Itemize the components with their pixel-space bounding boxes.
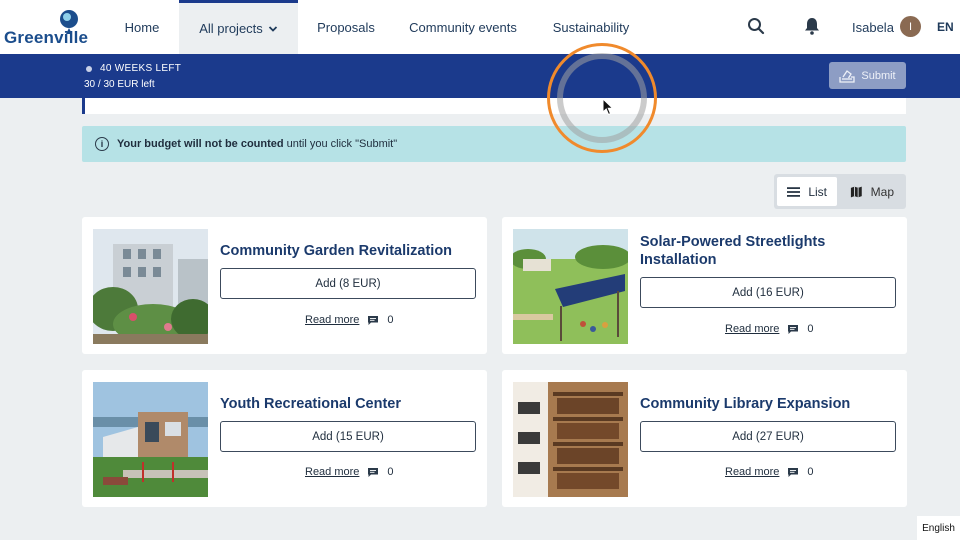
view-toggle: List Map [774,174,906,209]
budget-bar: 40 WEEKS LEFT 30 / 30 EUR left Submit [0,54,960,98]
project-meta: Read more 0 [305,466,394,478]
list-view-label: List [808,184,827,199]
list-icon [787,186,801,197]
notice-text: until you click "Submit" [286,138,398,150]
logo-text: Greenville [4,28,89,47]
language-selector[interactable]: EN [937,20,954,34]
map-icon [850,186,862,197]
bell-icon [805,18,819,35]
comment-icon [787,324,799,335]
garden-image-icon [93,229,208,344]
comment-icon [367,467,379,478]
top-navigation: Greenville Home All projects Proposals C… [0,0,960,54]
chevron-down-icon [268,25,277,32]
status-dot-icon [86,65,92,72]
search-icon [748,18,765,35]
read-more-link[interactable]: Read more [725,466,779,478]
project-card: Community Garden Revitalization Add (8 E… [82,217,487,354]
budget-notice: i Your budget will not be counted until … [82,126,906,162]
nav-sustainability-label: Sustainability [552,19,630,35]
solar-image-icon [513,229,628,344]
nav-home[interactable]: Home [108,0,176,54]
project-meta: Read more 0 [725,466,814,478]
nav-proposals[interactable]: Proposals [306,0,386,54]
project-meta: Read more 0 [725,323,814,335]
project-image-youth-center[interactable] [93,382,208,497]
nav-community-events[interactable]: Community events [404,0,522,54]
project-image-library[interactable] [513,382,628,497]
read-more-link[interactable]: Read more [305,314,359,326]
map-view-button[interactable]: Map [840,177,904,206]
youth-center-image-icon [93,382,208,497]
mouse-pointer-icon [602,98,614,116]
list-view-button[interactable]: List [777,177,837,206]
greenville-logo[interactable]: Greenville [4,8,88,48]
project-card: Solar-Powered Streetlights Installation … [502,217,907,354]
nav-proposals-label: Proposals [317,19,375,35]
comment-count: 0 [387,466,394,478]
add-project-button[interactable]: Add (15 EUR) [220,421,476,452]
nav-community-events-label: Community events [409,19,517,35]
search-button[interactable] [745,15,767,37]
add-project-button[interactable]: Add (8 EUR) [220,268,476,299]
read-more-link[interactable]: Read more [305,466,359,478]
add-project-button[interactable]: Add (16 EUR) [640,277,896,308]
project-title[interactable]: Youth Recreational Center [220,395,475,413]
project-image-solar[interactable] [513,229,628,344]
read-more-link[interactable]: Read more [725,323,779,335]
project-title[interactable]: Community Garden Revitalization [220,242,475,260]
submit-button-label: Submit [861,69,896,82]
project-title[interactable]: Community Library Expansion [640,395,895,413]
footer-language-badge[interactable]: English [917,516,960,540]
notice-bold-text: Your budget will not be counted [117,138,284,150]
nav-all-projects-label: All projects [199,21,263,36]
project-card: Community Library Expansion Add (27 EUR)… [502,370,907,507]
add-project-button[interactable]: Add (27 EUR) [640,421,896,452]
nav-all-projects[interactable]: All projects [179,0,298,54]
submit-button[interactable]: Submit [829,62,906,89]
info-icon: i [95,137,109,151]
content-strip [82,98,906,114]
comment-count: 0 [807,323,814,335]
project-image-garden[interactable] [93,229,208,344]
weeks-left-text: 40 WEEKS LEFT [100,63,182,74]
ballot-box-icon [839,69,856,83]
map-view-label: Map [870,184,894,199]
notifications-button[interactable] [801,15,823,37]
comment-count: 0 [387,314,394,326]
project-card: Youth Recreational Center Add (15 EUR) R… [82,370,487,507]
eur-left-text: 30 / 30 EUR left [84,79,155,90]
project-title[interactable]: Solar-Powered Streetlights Installation [640,233,895,269]
nav-home-label: Home [124,19,160,35]
project-meta: Read more 0 [305,314,394,326]
avatar[interactable]: I [900,16,921,37]
comment-icon [787,467,799,478]
library-image-icon [513,382,628,497]
comment-icon [367,315,379,326]
user-name[interactable]: Isabela [852,20,894,35]
comment-count: 0 [807,466,814,478]
weeks-left: 40 WEEKS LEFT [86,63,181,74]
nav-sustainability[interactable]: Sustainability [544,0,638,54]
